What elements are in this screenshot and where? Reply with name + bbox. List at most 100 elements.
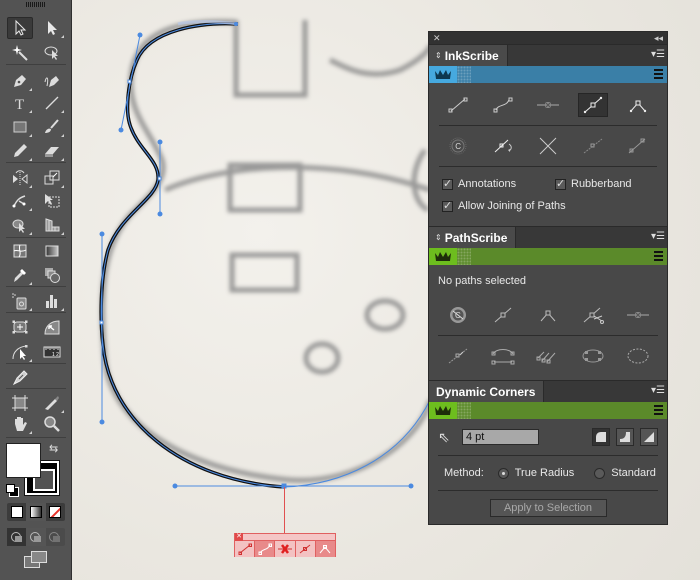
mini-line-segment-button[interactable] bbox=[235, 541, 256, 557]
hand-tool[interactable] bbox=[7, 413, 33, 435]
gradient-tool[interactable] bbox=[39, 240, 65, 262]
panel-menu-icon[interactable]: ▾☰ bbox=[651, 386, 665, 396]
chamfer-corner-button[interactable] bbox=[640, 428, 658, 446]
artboard-tool[interactable] bbox=[7, 392, 33, 414]
round-corner-button[interactable] bbox=[592, 428, 610, 446]
mini-smooth-anchor-button[interactable] bbox=[295, 541, 316, 557]
column-graph-tool[interactable] bbox=[39, 290, 65, 312]
apply-to-selection-button[interactable]: Apply to Selection bbox=[489, 499, 607, 517]
mini-delete-anchor-button[interactable] bbox=[275, 541, 296, 557]
line-segment-tool[interactable] bbox=[39, 92, 65, 114]
updown-icon: ⇕ bbox=[435, 233, 442, 242]
simplify-path-button[interactable] bbox=[578, 344, 608, 368]
radius-input[interactable]: 4 pt bbox=[462, 429, 539, 445]
cross-button[interactable] bbox=[533, 134, 563, 158]
scribe-dynamic-tool[interactable] bbox=[7, 316, 33, 338]
shape-builder-icon bbox=[12, 219, 25, 233]
zoom-tool[interactable] bbox=[39, 413, 65, 435]
tab-pathscribe[interactable]: ⇕ PathScribe bbox=[429, 227, 517, 249]
toolbar-divider bbox=[6, 363, 66, 364]
anchor-points[interactable] bbox=[99, 79, 287, 489]
color-mode-button[interactable] bbox=[7, 503, 26, 521]
annotations-checkbox[interactable] bbox=[442, 177, 453, 190]
screen-mode-icon[interactable] bbox=[24, 551, 48, 569]
inverted-corner-button[interactable] bbox=[616, 428, 634, 446]
tab-dynamic-corners[interactable]: Dynamic Corners bbox=[429, 381, 545, 403]
inkscribe-tool[interactable] bbox=[7, 366, 33, 388]
standard-radio[interactable] bbox=[594, 467, 606, 479]
draw-inside-button[interactable] bbox=[45, 528, 65, 546]
divider bbox=[438, 490, 658, 491]
mini-close-icon[interactable]: ✕ bbox=[235, 533, 243, 541]
line-segment-button[interactable] bbox=[443, 93, 473, 117]
pencil-tool[interactable] bbox=[7, 140, 33, 162]
close-path-icon: C bbox=[449, 137, 467, 155]
curve-segment-button[interactable] bbox=[488, 93, 518, 117]
blend-tool[interactable] bbox=[39, 264, 65, 286]
panel-menu-icon[interactable]: ▾☰ bbox=[651, 50, 665, 60]
eraser-tool[interactable] bbox=[39, 140, 65, 162]
curvature-pen-tool[interactable] bbox=[39, 70, 65, 92]
direct-selection-tool[interactable] bbox=[39, 17, 65, 39]
banner-menu-icon[interactable] bbox=[654, 251, 663, 261]
draw-behind-button[interactable] bbox=[26, 528, 46, 546]
true-radius-radio[interactable] bbox=[497, 467, 509, 479]
corner-anchor-button[interactable] bbox=[533, 303, 563, 327]
fill-swatch[interactable] bbox=[6, 443, 41, 478]
swap-fill-stroke-icon[interactable]: ⇆ bbox=[49, 442, 61, 456]
panel-menu-icon[interactable]: ▾☰ bbox=[651, 232, 665, 242]
dynamic-sketch-tool[interactable] bbox=[7, 341, 33, 363]
mini-curve-segment-button[interactable] bbox=[255, 541, 276, 557]
svg-text:1 2: 1 2 bbox=[52, 352, 59, 358]
lasso-tool[interactable] bbox=[39, 42, 65, 64]
reflect-tool[interactable] bbox=[7, 167, 33, 189]
smooth-anchor-button[interactable] bbox=[488, 303, 518, 327]
cut-anchor-button[interactable] bbox=[578, 303, 608, 327]
puppet-warp-tool[interactable] bbox=[7, 190, 33, 212]
draw-normal-button[interactable] bbox=[7, 528, 27, 546]
retract-handles-button[interactable] bbox=[443, 344, 473, 368]
banner-menu-icon[interactable] bbox=[654, 405, 663, 415]
none-mode-button[interactable] bbox=[46, 503, 65, 521]
shape-builder-tool[interactable] bbox=[7, 214, 33, 236]
type-tool[interactable]: T bbox=[7, 92, 33, 114]
gradient-mode-button[interactable] bbox=[26, 503, 46, 521]
close-path-button[interactable]: C bbox=[443, 134, 473, 158]
magic-wand-tool[interactable] bbox=[7, 42, 33, 64]
delete-anchor-button[interactable] bbox=[623, 303, 653, 327]
dock-close-icon[interactable]: ✕ bbox=[433, 33, 441, 44]
pen-tool[interactable] bbox=[7, 70, 33, 92]
selection-tool[interactable] bbox=[7, 17, 33, 39]
rectangle-tool[interactable] bbox=[7, 116, 33, 138]
default-fill-stroke-icon[interactable] bbox=[6, 484, 19, 497]
ruler-tool[interactable]: 1 2 bbox=[39, 341, 65, 363]
rubberband-checkbox[interactable] bbox=[555, 177, 566, 190]
eyedropper-tool[interactable] bbox=[7, 264, 33, 286]
tab-inkscribe[interactable]: ⇕ InkScribe bbox=[429, 45, 508, 67]
corner-anchor-button[interactable] bbox=[623, 93, 653, 117]
inkscribe-mini-toolbar[interactable]: ✕ bbox=[234, 533, 336, 557]
delete-anchor-button[interactable] bbox=[533, 93, 563, 117]
dock-collapse-icon[interactable]: ◂◂ bbox=[654, 33, 663, 44]
mini-toolbar-header[interactable]: ✕ bbox=[235, 533, 335, 541]
mesh-tool[interactable] bbox=[7, 240, 33, 262]
add-points-button[interactable] bbox=[623, 344, 653, 368]
mini-corner-anchor-button[interactable] bbox=[315, 541, 336, 557]
free-transform-tool[interactable] bbox=[39, 190, 65, 212]
paintbrush-tool[interactable] bbox=[39, 116, 65, 138]
dynamic-corners-tool[interactable] bbox=[39, 316, 65, 338]
allow-joining-checkbox[interactable] bbox=[442, 199, 453, 212]
smooth-anchor-button[interactable] bbox=[578, 93, 609, 117]
align-anchors-button[interactable] bbox=[488, 344, 518, 368]
scale-tool[interactable] bbox=[39, 167, 65, 189]
rotate-handle-button[interactable] bbox=[488, 134, 518, 158]
close-path-button[interactable]: C bbox=[443, 303, 473, 327]
smooth-points-button[interactable] bbox=[533, 344, 563, 368]
extend-handle-button[interactable] bbox=[623, 134, 653, 158]
toolbar-grip[interactable] bbox=[26, 2, 46, 7]
perspective-grid-tool[interactable] bbox=[39, 214, 65, 236]
banner-menu-icon[interactable] bbox=[654, 69, 663, 79]
slice-tool[interactable] bbox=[39, 392, 65, 414]
symbol-sprayer-tool[interactable] bbox=[7, 290, 33, 312]
retract-handle-button[interactable] bbox=[578, 134, 608, 158]
